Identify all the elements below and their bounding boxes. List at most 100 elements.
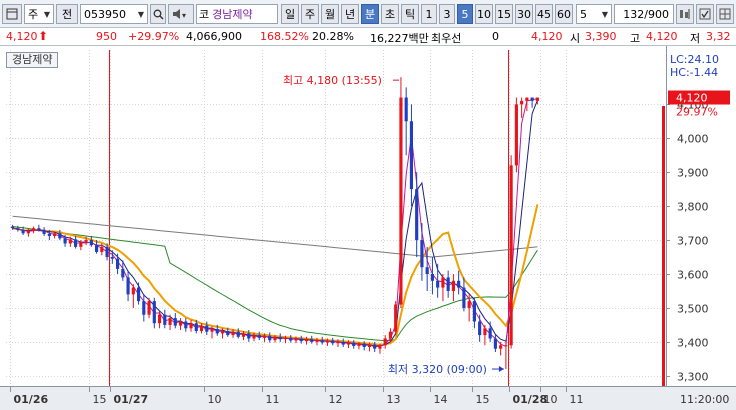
candle-body <box>268 335 272 341</box>
svg-text:▾: ▾ <box>182 11 186 20</box>
grid-icon[interactable] <box>716 4 734 24</box>
candle-body <box>283 337 288 340</box>
candle-body <box>194 323 198 332</box>
candle-body <box>205 325 209 332</box>
candle-body <box>147 301 151 315</box>
interval-10-button[interactable]: 10 <box>475 4 493 24</box>
candle-body <box>341 341 345 345</box>
interval-5-label: 5 <box>461 7 469 21</box>
hc-label: HC:-1.44 <box>670 66 718 79</box>
prev-button[interactable]: 전 <box>56 4 78 24</box>
bar-count-field[interactable]: 132/900 <box>614 4 674 24</box>
min-price-label: 최저 3,320 (09:00) <box>388 363 487 376</box>
interval-15-button[interactable]: 15 <box>495 4 513 24</box>
x-tick-label: 10 <box>544 393 558 406</box>
candle-body <box>514 104 518 166</box>
candle-body <box>289 337 293 341</box>
candle-body <box>467 301 471 308</box>
price-chart[interactable]: 4,100 4,000 3,900 3,800 3,700 3,600 3,500 3,400… <box>0 46 736 410</box>
candle-body <box>89 240 93 246</box>
x-tick-label: 01/28 <box>513 393 548 406</box>
best-quote-label: 최우선 <box>431 32 462 45</box>
y-tick-label: 3,300 <box>677 371 709 384</box>
market-tag: 코 <box>199 8 210 21</box>
chart-canvas: 4,1004,0003,9003,8003,7003,6003,5003,400… <box>0 46 736 410</box>
check-icon[interactable] <box>696 4 714 24</box>
search-icon[interactable] <box>150 4 166 24</box>
candle-body <box>535 97 539 101</box>
x-tick-label: 11 <box>266 393 280 406</box>
candle-body <box>105 246 109 258</box>
candle-body <box>37 228 41 230</box>
interval-5-button[interactable]: 5 <box>457 4 473 24</box>
turnover: 20.28% <box>312 30 354 43</box>
x-tick-label: 14 <box>434 393 448 406</box>
x-tick-label: 11 <box>570 393 584 406</box>
candle-body <box>294 338 298 341</box>
candle-body <box>79 241 83 247</box>
custom-interval-select[interactable]: 5 ▼ <box>576 4 612 24</box>
candle-body <box>173 318 177 326</box>
period-tab-month[interactable]: 월 <box>321 4 339 24</box>
candle-body <box>525 97 529 101</box>
candle-body <box>415 189 419 241</box>
candle-body <box>32 228 36 231</box>
candle-body <box>95 245 99 252</box>
candle-body <box>136 287 141 302</box>
settings-icon[interactable] <box>676 4 694 24</box>
interval-3-button[interactable]: 3 <box>439 4 455 24</box>
y-tick-label: 3,500 <box>677 303 709 316</box>
candle-body <box>273 337 277 341</box>
stock-name: 경남제약 <box>212 8 253 21</box>
prev-button-label: 전 <box>61 8 73 21</box>
interval-10-label: 10 <box>477 7 491 21</box>
candle-body <box>21 229 25 234</box>
candle-body <box>142 301 146 315</box>
candle-body <box>509 165 513 346</box>
quote-bar: 4,120 ⬆ 950 +29.97% 4,066,900 168.52% 20… <box>0 28 736 46</box>
x-tick-label: 12 <box>329 393 343 406</box>
candle-body <box>373 344 377 349</box>
period-tab-second[interactable]: 초 <box>381 4 399 24</box>
y-tick-label: 4,000 <box>677 133 709 146</box>
candle-body <box>53 233 57 236</box>
high-price: 4,120 <box>646 30 678 43</box>
period-tab-minute[interactable]: 분 <box>361 4 379 24</box>
candle-body <box>131 287 135 295</box>
candle-body <box>215 328 219 334</box>
candle-body <box>262 335 267 338</box>
period-tab-tick[interactable]: 틱 <box>401 4 419 24</box>
candle-body <box>352 342 356 346</box>
period-tab-week[interactable]: 주 <box>301 4 319 24</box>
stock-code-input[interactable]: 053950 ▼ <box>80 4 148 24</box>
candle-body <box>483 328 487 336</box>
candle-body <box>210 328 214 332</box>
trade-amount: 16,227백만 <box>370 32 429 45</box>
speaker-icon[interactable]: ▾ <box>168 4 194 24</box>
interval-60-button[interactable]: 60 <box>555 4 573 24</box>
candle-body <box>100 246 104 252</box>
candle-body <box>241 333 246 337</box>
window-menu-icon[interactable] <box>2 4 22 24</box>
candle-body <box>257 335 261 338</box>
interval-1-button[interactable]: 1 <box>421 4 437 24</box>
interval-45-button[interactable]: 45 <box>535 4 553 24</box>
interval-30-button[interactable]: 30 <box>515 4 533 24</box>
low-price: 3,32 <box>706 30 731 43</box>
candle-body <box>11 226 15 229</box>
candle-body <box>367 344 372 347</box>
y-tick-label: 3,800 <box>677 201 709 214</box>
period-tab-day[interactable]: 일 <box>281 4 299 24</box>
candle-body <box>278 337 282 340</box>
candle-body <box>394 304 398 332</box>
candle-body <box>331 340 335 344</box>
candle-body <box>121 268 125 278</box>
period-tab-year[interactable]: 년 <box>341 4 359 24</box>
stock-name-field[interactable]: 코 경남제약 <box>196 4 278 24</box>
time-label: 11:20:00 <box>680 393 729 406</box>
right-edge-bar <box>662 106 665 386</box>
ask-price: 4,120 <box>531 30 563 43</box>
market-select[interactable]: 주 ▼ <box>24 4 54 24</box>
price-change-pct: +29.97% <box>128 30 180 43</box>
candle-body <box>189 323 193 329</box>
